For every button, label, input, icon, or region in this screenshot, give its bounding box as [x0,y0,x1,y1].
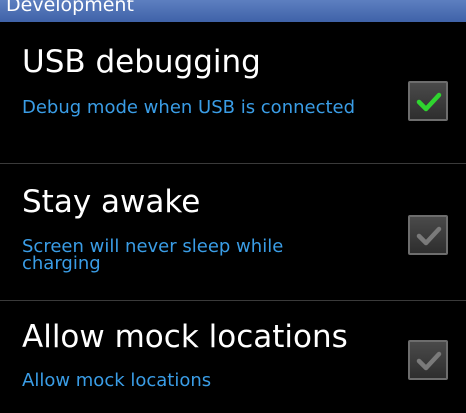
checkmark-icon [416,226,442,246]
usb-debugging-checkbox[interactable] [408,81,448,121]
setting-allow-mock-locations[interactable]: Allow mock locations Allow mock location… [0,301,466,413]
setting-summary: Debug mode when USB is connected [22,97,356,118]
setting-usb-debugging[interactable]: USB debugging Debug mode when USB is con… [0,22,466,163]
allow-mock-locations-checkbox[interactable] [408,340,448,380]
checkmark-icon [416,92,442,112]
setting-summary: Allow mock locations [22,370,212,391]
setting-title: Stay awake [22,184,201,220]
section-header: Development [0,0,466,22]
setting-summary: Screen will never sleep while charging [22,236,284,274]
setting-stay-awake[interactable]: Stay awake Screen will never sleep while… [0,164,466,300]
setting-title: USB debugging [22,44,261,80]
stay-awake-checkbox[interactable] [408,215,448,255]
checkmark-icon [416,351,442,371]
setting-title: Allow mock locations [22,319,348,355]
section-header-title: Development [6,0,134,16]
